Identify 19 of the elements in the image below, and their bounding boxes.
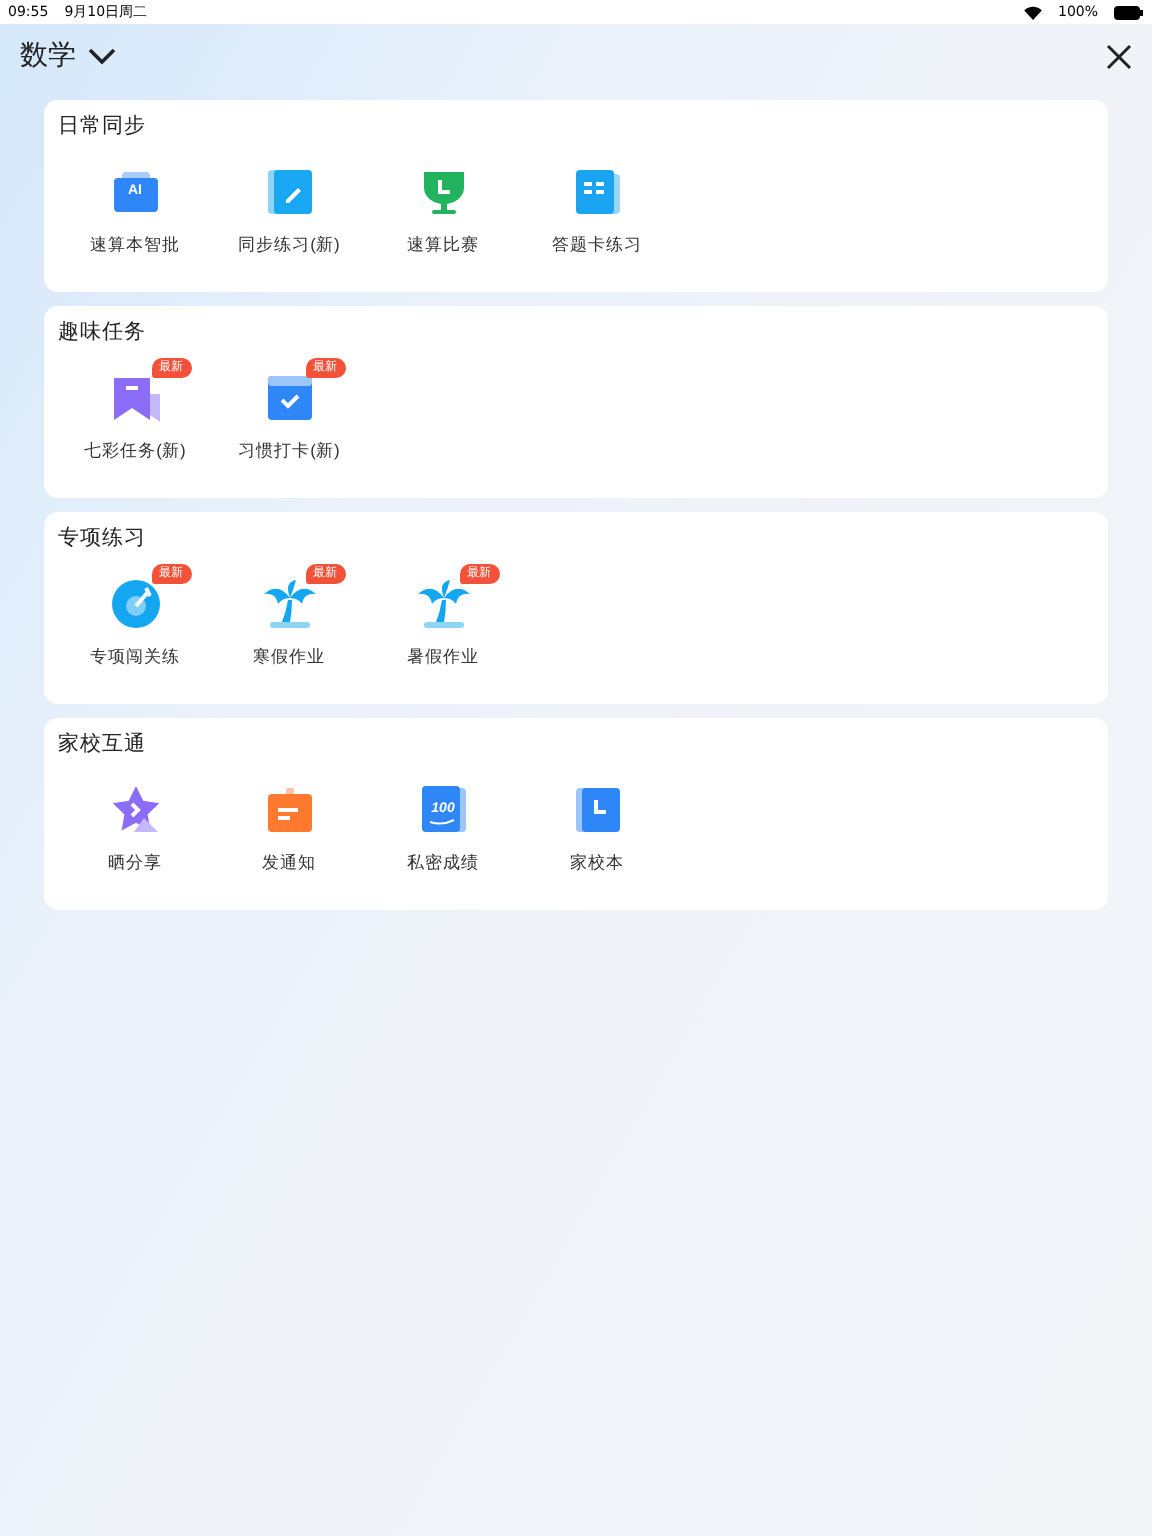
section-title: 家校互通 [58, 730, 148, 758]
feature-item[interactable]: 发通知 [212, 766, 366, 876]
section-title: 日常同步 [58, 112, 148, 140]
feature-item[interactable]: 同步练习(新) [212, 148, 366, 258]
star-icon [107, 782, 163, 838]
section-title: 趣味任务 [58, 318, 148, 346]
section-title: 专项练习 [58, 524, 148, 552]
subject-title: 数学 [20, 38, 76, 74]
feature-item[interactable]: 速算比赛 [366, 148, 520, 258]
palm-tree-icon [261, 576, 317, 632]
feature-item[interactable]: 晒分享 [58, 766, 212, 876]
target-icon [107, 576, 163, 632]
battery-icon [1114, 5, 1144, 19]
close-icon[interactable] [1106, 43, 1132, 69]
wifi-icon [1023, 5, 1042, 19]
feature-item[interactable]: 家校本 [520, 766, 674, 876]
dropdown-chevron-icon[interactable] [88, 46, 116, 66]
palm-tree-icon [415, 576, 471, 632]
feature-item[interactable]: 答题卡练习 [520, 148, 674, 258]
